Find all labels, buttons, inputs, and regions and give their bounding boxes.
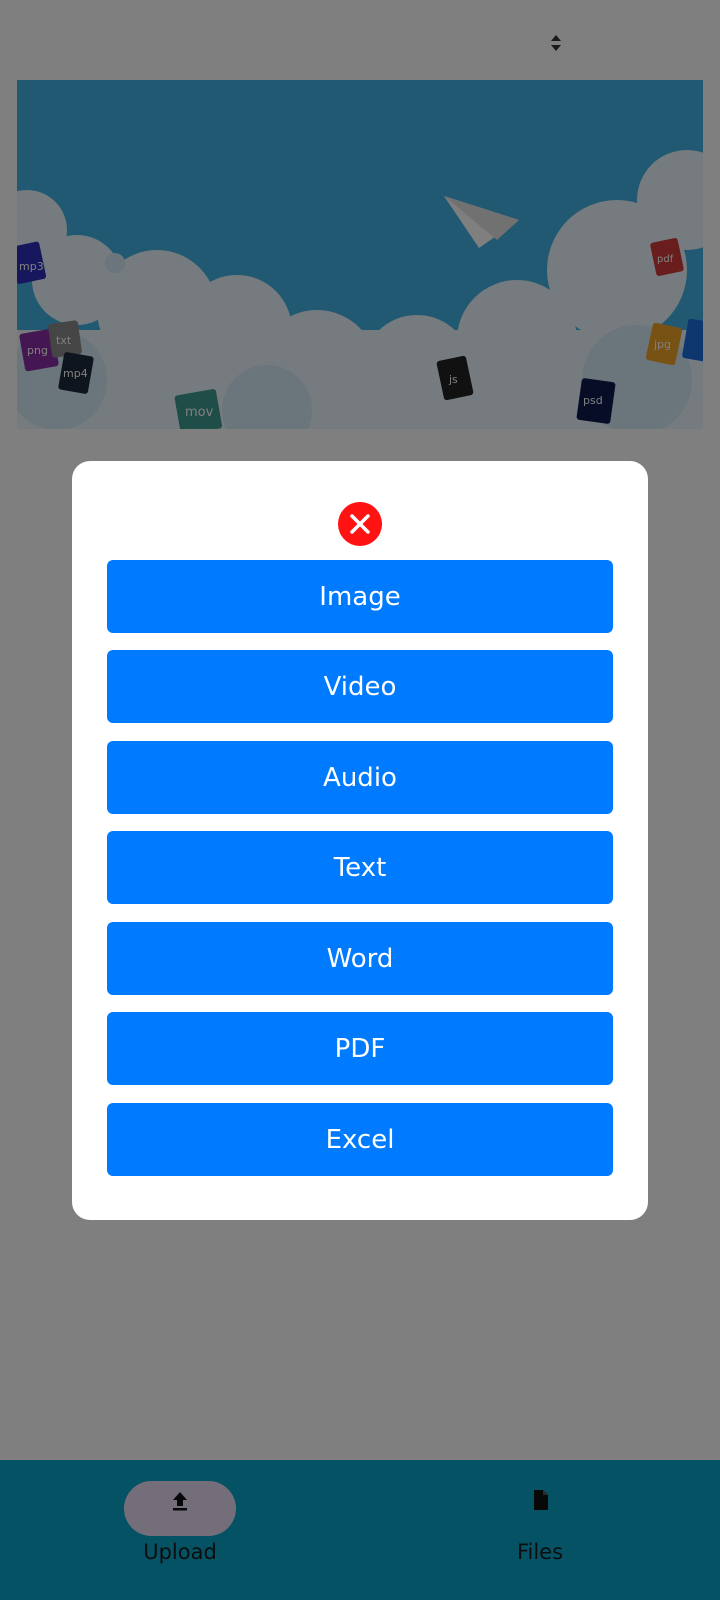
close-circle-icon bbox=[350, 514, 370, 534]
excel-button[interactable]: Excel bbox=[107, 1103, 613, 1176]
close-button[interactable] bbox=[338, 502, 382, 546]
video-button[interactable]: Video bbox=[107, 650, 613, 723]
pdf-button[interactable]: PDF bbox=[107, 1012, 613, 1085]
word-button[interactable]: Word bbox=[107, 922, 613, 995]
image-button[interactable]: Image bbox=[107, 560, 613, 633]
audio-button[interactable]: Audio bbox=[107, 741, 613, 814]
file-type-dialog: Image Video Audio Text Word PDF Excel bbox=[72, 461, 648, 1220]
text-button[interactable]: Text bbox=[107, 831, 613, 904]
